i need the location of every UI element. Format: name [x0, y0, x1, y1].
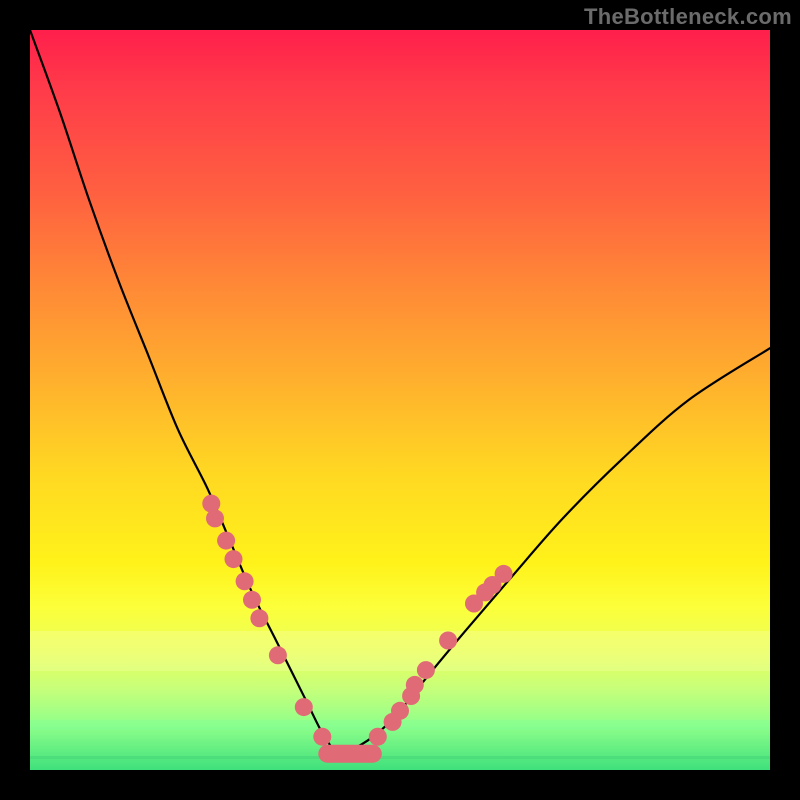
marker-dot — [217, 532, 235, 550]
marker-dot — [313, 728, 331, 746]
marker-dot — [495, 565, 513, 583]
marker-dot — [236, 572, 254, 590]
marker-dot — [439, 632, 457, 650]
curve-right-branch — [337, 348, 770, 755]
marker-dot — [269, 646, 287, 664]
marker-dot — [295, 698, 313, 716]
minimum-band-marker — [318, 745, 382, 763]
marker-dot — [369, 728, 387, 746]
watermark-text: TheBottleneck.com — [584, 4, 792, 30]
marker-dot — [417, 661, 435, 679]
marker-dot — [225, 550, 243, 568]
curve-layer — [30, 30, 770, 770]
marker-dot — [206, 509, 224, 527]
marker-dots-group — [202, 495, 512, 746]
marker-dot — [243, 591, 261, 609]
chart-frame: TheBottleneck.com — [0, 0, 800, 800]
curve-left-branch — [30, 30, 337, 755]
marker-dot — [391, 702, 409, 720]
plot-area — [30, 30, 770, 770]
marker-dot — [250, 609, 268, 627]
marker-dot — [406, 676, 424, 694]
